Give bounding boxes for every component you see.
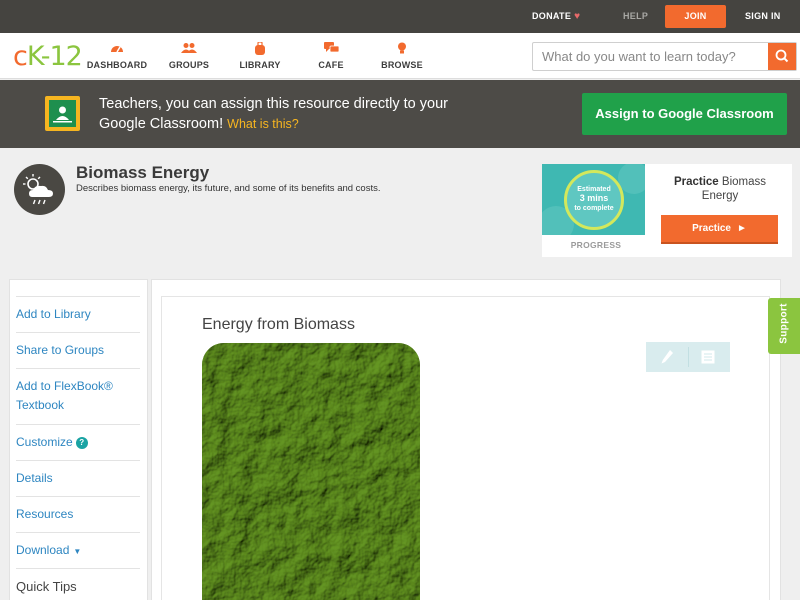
ck12-logo[interactable]: cK-12: [13, 41, 83, 72]
dashboard-icon: [82, 42, 152, 58]
join-button[interactable]: JOIN: [665, 5, 726, 28]
cafe-icon: [296, 42, 366, 58]
pencil-icon[interactable]: [660, 349, 674, 365]
share-to-groups-link[interactable]: Share to Groups: [16, 332, 140, 368]
top-utility-bar: DONATE ♥ HELP JOIN SIGN IN: [0, 0, 800, 33]
concept-title: Biomass Energy: [76, 163, 210, 182]
quick-tips-heading: Quick Tips: [16, 568, 140, 600]
help-link[interactable]: HELP: [623, 0, 648, 33]
google-classroom-banner: Teachers, you can assign this resource d…: [0, 80, 800, 148]
practice-title: Practice Biomass Energy: [673, 176, 767, 202]
resources-link[interactable]: Resources: [16, 496, 140, 532]
sign-in-link[interactable]: SIGN IN: [745, 0, 781, 33]
weather-cloud-icon: [14, 164, 65, 215]
banner-message: Teachers, you can assign this resource d…: [99, 96, 448, 132]
nav-dashboard[interactable]: DASHBOARD: [82, 42, 152, 70]
main-nav: cK-12 DASHBOARD GROUPS LIBRARY CAFE BROW…: [0, 33, 800, 79]
nav-library[interactable]: LIBRARY: [225, 41, 295, 70]
donate-link[interactable]: DONATE ♥: [532, 0, 580, 33]
groups-icon: [154, 42, 224, 58]
article-title: Energy from Biomass: [202, 316, 355, 333]
practice-card: Estimated 3 mins to complete PROGRESS Pr…: [542, 164, 792, 257]
download-dropdown[interactable]: Download ▼: [16, 532, 140, 568]
search-input[interactable]: [533, 43, 769, 70]
notes-icon[interactable]: [701, 350, 715, 364]
add-to-library-link[interactable]: Add to Library: [16, 296, 140, 332]
progress-label: PROGRESS: [570, 240, 622, 250]
nav-cafe[interactable]: CAFE: [296, 42, 366, 70]
progress-ring: Estimated 3 mins to complete: [564, 170, 624, 230]
add-to-flexbook-link[interactable]: Add to FlexBook® Textbook: [16, 368, 140, 424]
google-classroom-icon: [45, 96, 80, 131]
progress-graphic: Estimated 3 mins to complete: [542, 164, 645, 235]
help-question-icon[interactable]: ?: [75, 437, 88, 449]
practice-button[interactable]: Practice ►: [661, 215, 778, 244]
nav-groups[interactable]: GROUPS: [154, 42, 224, 70]
search-bar: [532, 42, 797, 71]
caret-down-icon: ▼: [73, 547, 82, 556]
search-button[interactable]: [768, 43, 796, 70]
heart-icon: ♥: [574, 11, 581, 22]
nav-browse[interactable]: BROWSE: [367, 42, 437, 70]
chevron-right-icon: ►: [737, 223, 747, 234]
search-icon: [775, 49, 789, 63]
browse-icon: [367, 42, 437, 58]
donate-label: DONATE: [532, 11, 572, 21]
biomass-algae-image: [202, 343, 420, 600]
details-link[interactable]: Details: [16, 460, 140, 496]
concept-description: Describes biomass energy, its future, an…: [76, 183, 381, 194]
support-tab[interactable]: Support: [768, 298, 800, 354]
annotation-toolbar: [646, 342, 730, 372]
customize-link[interactable]: Customize?: [16, 424, 140, 460]
assign-google-classroom-button[interactable]: Assign to Google Classroom: [582, 93, 787, 135]
library-icon: [225, 41, 295, 58]
what-is-this-link[interactable]: What is this?: [227, 117, 299, 131]
